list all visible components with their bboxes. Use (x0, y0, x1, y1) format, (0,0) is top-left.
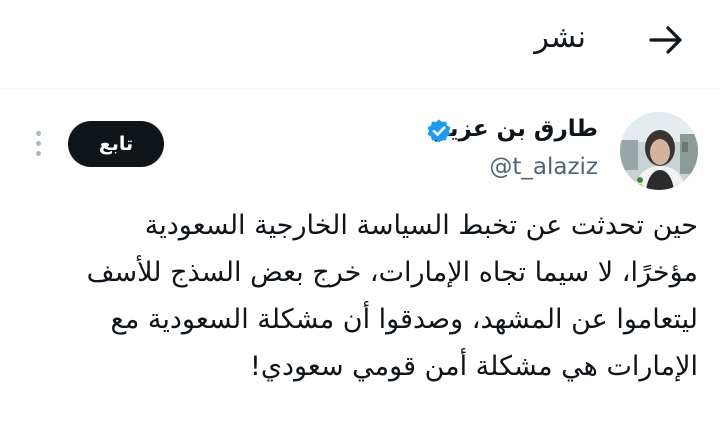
tweet-text-line: حين تحدثت عن تخبط السياسة الخارجية السعو… (144, 210, 698, 241)
author-display-name[interactable]: طارق بن عزيز (436, 113, 598, 145)
avatar[interactable] (620, 112, 698, 190)
back-button[interactable] (640, 18, 692, 62)
top-bar: نشر (0, 0, 720, 89)
more-vertical-icon-dot (35, 150, 41, 156)
tweet-text-line: مؤخرًا، لا سيما تجاه الإمارات، خرج بعض ا… (86, 257, 698, 288)
more-options-button[interactable] (26, 127, 50, 159)
more-vertical-icon (35, 130, 41, 136)
tweet: طارق بن عزيز @t_alaziz تابع حين تحدثت عن… (0, 89, 720, 443)
tweet-text-line: ليتعاموا عن المشهد، وصدقوا أن مشكلة السع… (110, 304, 698, 335)
more-vertical-icon-dot (35, 140, 41, 146)
tweet-text-line: الإمارات هي مشكلة أمن قومي سعودي! (250, 351, 698, 382)
verified-badge-icon (427, 119, 451, 143)
arrow-right-icon (649, 26, 682, 54)
tweet-text: حين تحدثت عن تخبط السياسة الخارجية السعو… (30, 202, 698, 390)
author-handle[interactable]: @t_alaziz (489, 151, 598, 183)
follow-button[interactable]: تابع (68, 121, 164, 167)
page-title: نشر (534, 20, 586, 55)
avatar-image (620, 112, 698, 190)
